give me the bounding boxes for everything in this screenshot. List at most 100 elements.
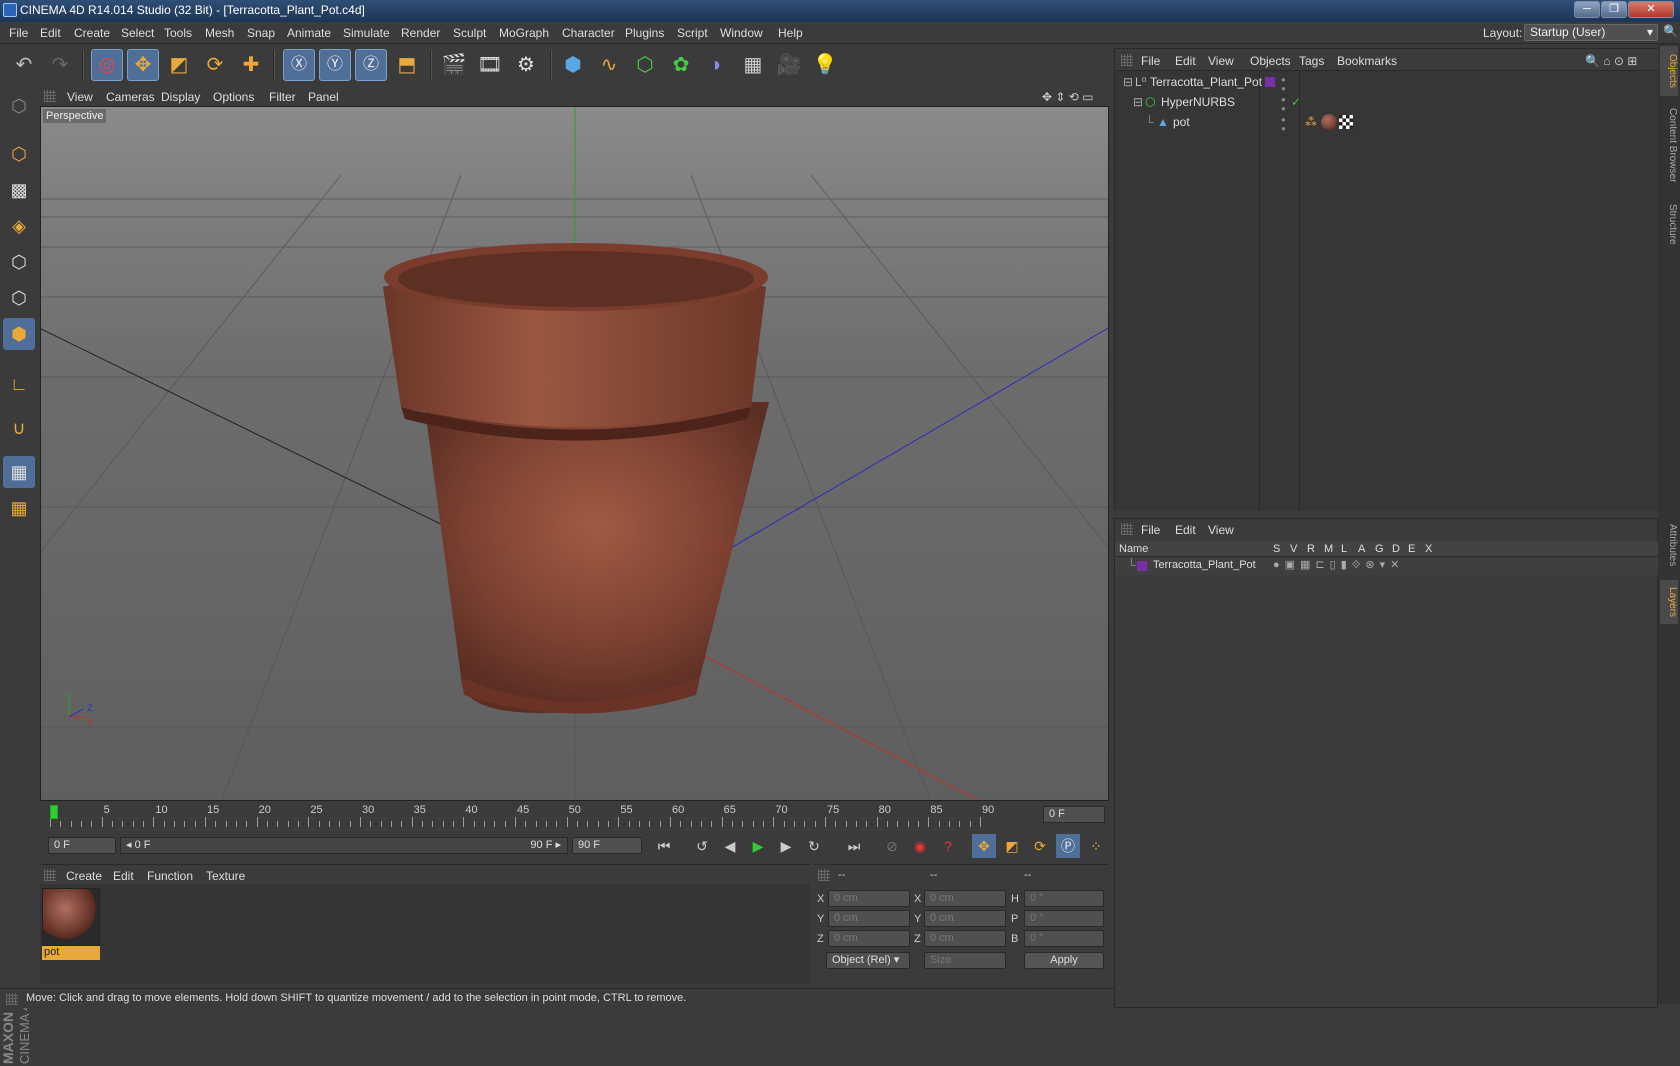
render-settings-icon[interactable]: ⚙ xyxy=(510,49,542,81)
tab-structure[interactable]: Structure xyxy=(1660,194,1678,254)
menu-help[interactable]: Help xyxy=(778,26,803,40)
panel-grip[interactable] xyxy=(1121,54,1133,66)
collapse-icon[interactable]: ⊟ xyxy=(1123,75,1133,89)
end-frame-field[interactable]: 90 F xyxy=(572,837,642,854)
apply-button[interactable]: Apply xyxy=(1024,952,1104,969)
render-picture-viewer-icon[interactable]: 🎞 xyxy=(474,49,506,81)
undo-icon[interactable]: ↶ xyxy=(8,49,40,81)
phong-tag-icon[interactable]: ⁂ xyxy=(1305,115,1317,129)
column-name[interactable]: Name xyxy=(1119,543,1148,555)
texture-mode-icon[interactable]: ▩ xyxy=(3,174,35,206)
layer-color-swatch[interactable] xyxy=(1137,561,1147,571)
visibility-dots-icon[interactable]: ● ● xyxy=(1281,95,1286,113)
visibility-dots-icon[interactable]: ● ● xyxy=(1281,75,1286,93)
tab-layers[interactable]: Layers xyxy=(1660,580,1678,624)
next-key-icon[interactable]: ↻ xyxy=(802,834,826,858)
column-xref[interactable]: X xyxy=(1425,543,1432,555)
redo-icon[interactable]: ↷ xyxy=(44,49,76,81)
floor-icon[interactable]: ▦ xyxy=(737,49,769,81)
menu-tools[interactable]: Tools xyxy=(164,26,192,40)
y-axis-lock-icon[interactable]: Ⓨ xyxy=(319,49,351,81)
cube-icon[interactable]: ⬢ xyxy=(557,49,589,81)
menu-file[interactable]: File xyxy=(9,26,28,40)
material-menu-function[interactable]: Function xyxy=(147,869,193,883)
mograph-cloner-icon[interactable]: ✿ xyxy=(665,49,697,81)
z-axis-lock-icon[interactable]: Ⓩ xyxy=(355,49,387,81)
workplane-icon[interactable]: ◈ xyxy=(3,210,35,242)
menu-create[interactable]: Create xyxy=(74,26,110,40)
snap-settings-icon[interactable]: ▦ xyxy=(3,492,35,524)
key-scale-icon[interactable]: ◩ xyxy=(1000,834,1024,858)
viewport-menu-panel[interactable]: Panel xyxy=(308,90,339,104)
object-menu-view[interactable]: View xyxy=(1208,54,1234,68)
layer-row[interactable]: └ Terracotta_Plant_Pot ●▣▦⊏▯▮⟐⊛▾✕ xyxy=(1115,557,1659,575)
key-position-icon[interactable]: ✥ xyxy=(972,834,996,858)
rotation-b-field[interactable]: 0 ° xyxy=(1024,930,1104,947)
object-menu-bookmarks[interactable]: Bookmarks xyxy=(1337,54,1397,68)
go-to-start-icon[interactable]: ⏮ xyxy=(652,834,676,858)
autokeying-icon[interactable]: ◉ xyxy=(908,834,932,858)
make-editable-icon[interactable]: ⬡ xyxy=(3,90,35,122)
panel-grip[interactable] xyxy=(1121,523,1133,535)
layer-menu-edit[interactable]: Edit xyxy=(1175,523,1196,537)
layer-menu-file[interactable]: File xyxy=(1141,523,1160,537)
go-to-end-icon[interactable]: ⏭ xyxy=(842,834,866,858)
play-icon[interactable]: ▶ xyxy=(746,834,770,858)
layer-color-swatch[interactable] xyxy=(1265,77,1275,87)
object-row-terracotta[interactable]: ⊟ L⁰ Terracotta_Plant_Pot ● ● xyxy=(1115,72,1659,93)
keyframe-selection-icon[interactable]: ? xyxy=(936,834,960,858)
start-frame-field[interactable]: 0 F xyxy=(48,837,116,854)
current-frame-field[interactable]: 0 F xyxy=(1043,806,1105,823)
layer-toggle-icons[interactable]: ●▣▦⊏▯▮⟐⊛▾✕ xyxy=(1273,558,1404,572)
viewport-menu-display[interactable]: Display xyxy=(161,90,200,104)
size-z-field[interactable]: 0 cm xyxy=(924,930,1006,947)
menu-mesh[interactable]: Mesh xyxy=(205,26,234,40)
material-menu-edit[interactable]: Edit xyxy=(113,869,134,883)
light-icon[interactable]: 💡 xyxy=(809,49,841,81)
column-solo[interactable]: S xyxy=(1273,543,1280,555)
size-y-field[interactable]: 0 cm xyxy=(924,910,1006,927)
record-keyframes-icon[interactable]: ⊘ xyxy=(880,834,904,858)
uvw-tag-icon[interactable] xyxy=(1339,115,1353,129)
menu-mograph[interactable]: MoGraph xyxy=(499,26,549,40)
menu-character[interactable]: Character xyxy=(562,26,615,40)
position-z-field[interactable]: 0 cm xyxy=(828,930,910,947)
minimize-button[interactable]: ─ xyxy=(1574,1,1600,18)
key-pla-icon[interactable]: ⁘ xyxy=(1084,834,1108,858)
model-mode-icon[interactable]: ⬡ xyxy=(3,138,35,170)
viewport-menu-options[interactable]: Options xyxy=(213,90,254,104)
tab-content-browser[interactable]: Content Browser xyxy=(1660,100,1678,190)
panel-grip[interactable] xyxy=(44,869,56,881)
material-swatch[interactable]: pot xyxy=(42,888,100,960)
previous-frame-icon[interactable]: ◀ xyxy=(718,834,742,858)
key-parameter-icon[interactable]: Ⓟ xyxy=(1056,834,1080,858)
position-x-field[interactable]: 0 cm xyxy=(828,890,910,907)
camera-icon[interactable]: 🎥 xyxy=(773,49,805,81)
menu-script[interactable]: Script xyxy=(677,26,708,40)
perspective-viewport[interactable]: Y Z X Perspective xyxy=(40,106,1109,801)
material-menu-create[interactable]: Create xyxy=(66,869,102,883)
points-mode-icon[interactable]: ⬡ xyxy=(3,246,35,278)
transform-tool-icon[interactable]: ✚ xyxy=(235,49,267,81)
rotation-h-field[interactable]: 0 ° xyxy=(1024,890,1104,907)
panel-grip[interactable] xyxy=(6,993,18,1005)
restore-button[interactable]: ❐ xyxy=(1601,1,1627,18)
menu-edit[interactable]: Edit xyxy=(40,26,61,40)
panel-grip[interactable] xyxy=(44,90,56,102)
magnet-icon[interactable]: ∪ xyxy=(3,412,35,444)
layer-menu-view[interactable]: View xyxy=(1208,523,1234,537)
object-row-hypernurbs[interactable]: ⊟ ⬡ HyperNURBS ● ● ✓ xyxy=(1115,92,1659,113)
object-menu-edit[interactable]: Edit xyxy=(1175,54,1196,68)
menu-select[interactable]: Select xyxy=(121,26,154,40)
viewport-navigation-icons[interactable]: ✥ ⇕ ⟲ ▭ xyxy=(1042,90,1094,104)
menu-render[interactable]: Render xyxy=(401,26,440,40)
object-row-pot[interactable]: └ ▲ pot ● ● ⁂ xyxy=(1115,112,1659,133)
column-view[interactable]: V xyxy=(1290,543,1297,555)
collapse-icon[interactable]: ⊟ xyxy=(1133,95,1143,109)
menu-animate[interactable]: Animate xyxy=(287,26,331,40)
object-menu-file[interactable]: File xyxy=(1141,54,1160,68)
rotation-p-field[interactable]: 0 ° xyxy=(1024,910,1104,927)
coordinate-system-icon[interactable]: ⬒ xyxy=(391,49,423,81)
column-manager[interactable]: M xyxy=(1324,543,1333,555)
size-mode-select[interactable]: Size xyxy=(924,952,1006,969)
